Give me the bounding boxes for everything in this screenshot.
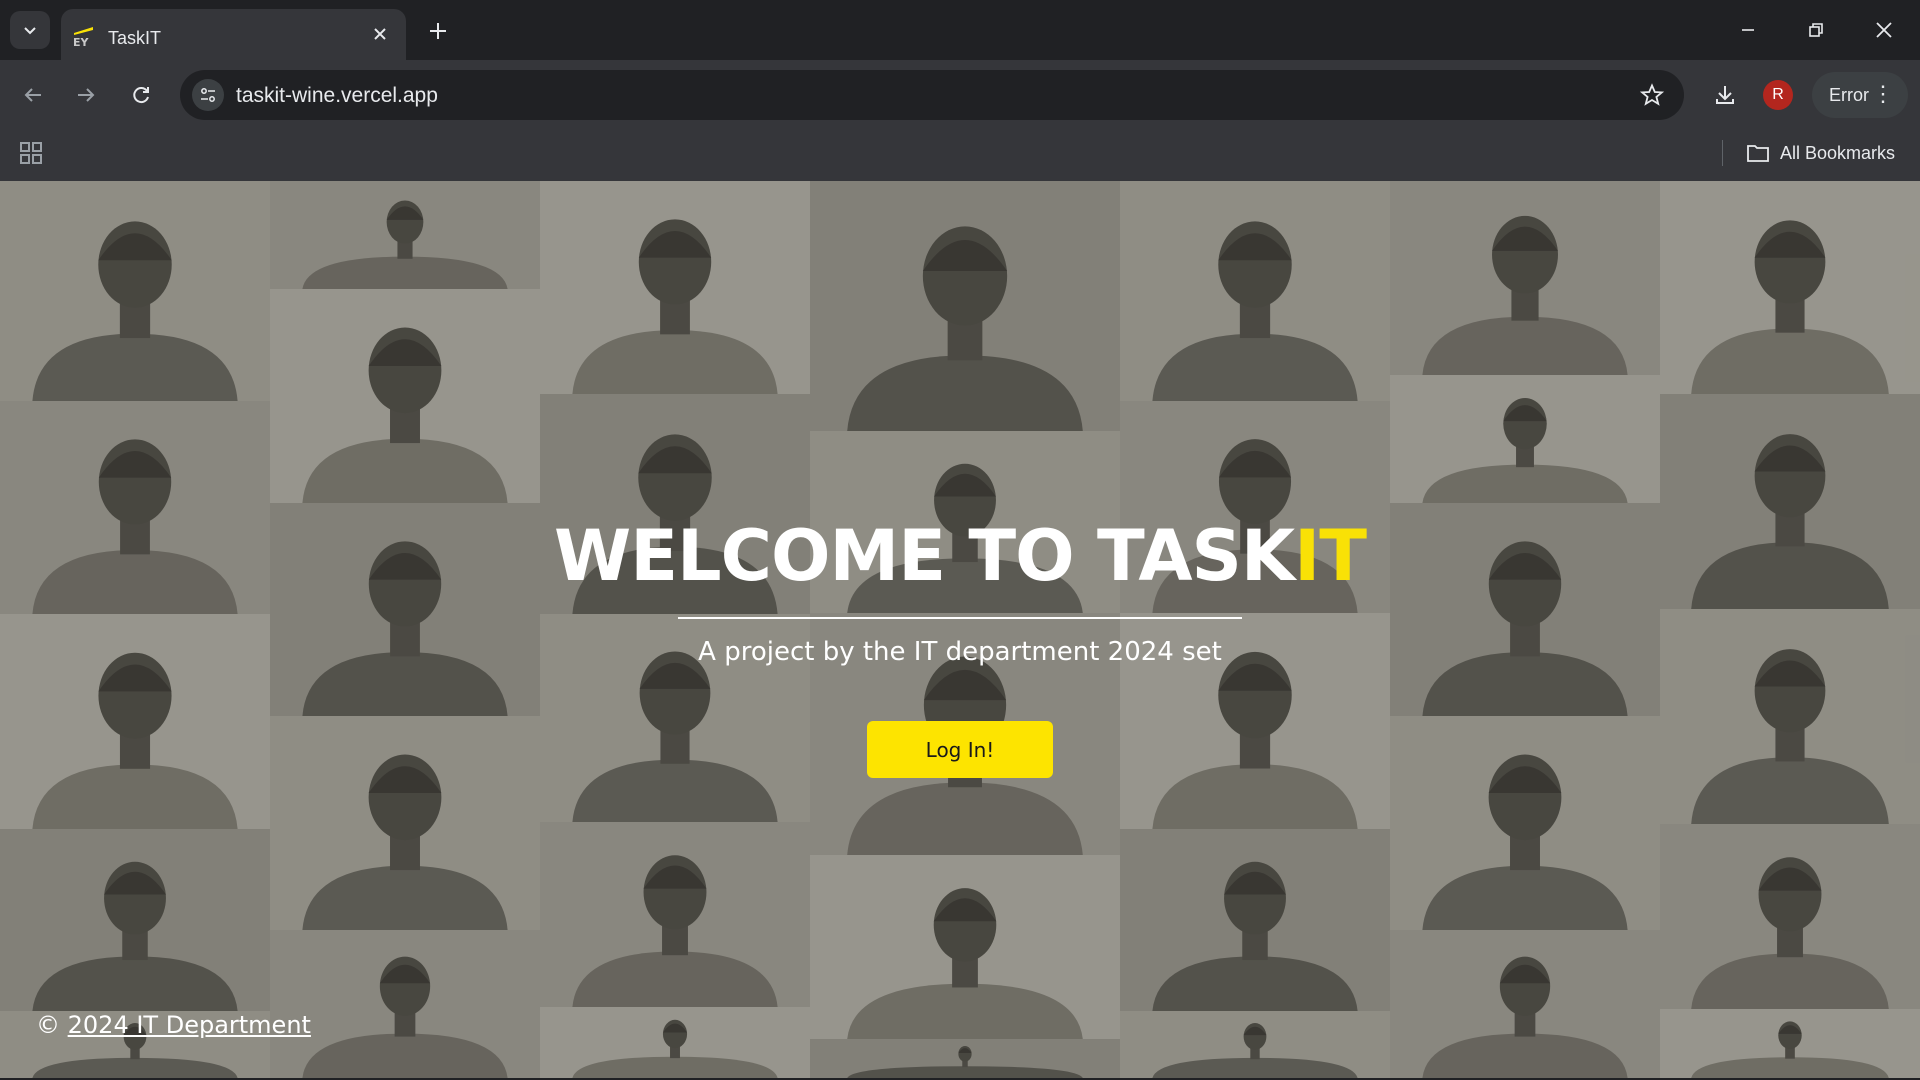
error-menu-button[interactable]: Error ⋮ bbox=[1812, 72, 1908, 118]
tune-icon bbox=[201, 88, 215, 102]
page-content: WELCOME TO TASKIT A project by the IT de… bbox=[0, 181, 1920, 1078]
all-bookmarks-label: All Bookmarks bbox=[1780, 142, 1896, 163]
minimize-button[interactable] bbox=[1728, 12, 1768, 48]
hero-section: WELCOME TO TASKIT A project by the IT de… bbox=[0, 181, 1920, 1078]
tab-taskit[interactable]: EY TaskIT bbox=[61, 9, 406, 60]
bookmarks-divider bbox=[1722, 140, 1723, 166]
bookmark-star-button[interactable] bbox=[1638, 81, 1666, 109]
hero-divider bbox=[678, 617, 1242, 619]
browser-chrome: EY TaskIT taskit-wine.vercel.app R Error… bbox=[0, 0, 1920, 181]
all-bookmarks-button[interactable]: All Bookmarks bbox=[1746, 139, 1895, 167]
tab-title: TaskIT bbox=[108, 28, 162, 48]
restore-button[interactable] bbox=[1796, 12, 1836, 48]
more-vert-icon: ⋮ bbox=[1872, 81, 1894, 106]
ey-logo-icon: EY bbox=[73, 27, 93, 48]
arrow-left-icon bbox=[24, 88, 41, 102]
reload-button[interactable] bbox=[124, 78, 158, 112]
tab-search-button[interactable] bbox=[10, 11, 50, 49]
url-text[interactable]: taskit-wine.vercel.app bbox=[236, 84, 438, 108]
error-label: Error bbox=[1829, 85, 1869, 105]
hero-title: WELCOME TO TASKIT bbox=[0, 515, 1920, 597]
close-icon bbox=[1876, 22, 1892, 38]
hero-title-main: WELCOME TO TASK bbox=[554, 515, 1295, 597]
restore-icon bbox=[1809, 23, 1823, 37]
apps-grid-icon[interactable] bbox=[18, 140, 44, 166]
hero-subtitle: A project by the IT department 2024 set bbox=[698, 637, 1222, 667]
forward-button[interactable] bbox=[69, 78, 103, 112]
login-button[interactable]: Log In! bbox=[867, 721, 1053, 778]
minimize-icon bbox=[1742, 29, 1754, 31]
tab-strip: EY TaskIT bbox=[0, 0, 1920, 60]
profile-avatar[interactable]: R bbox=[1763, 80, 1793, 110]
star-icon bbox=[1640, 83, 1664, 106]
folder-icon bbox=[1747, 145, 1769, 162]
arrow-right-icon bbox=[78, 88, 95, 102]
reload-icon bbox=[133, 87, 149, 104]
svg-text:EY: EY bbox=[73, 36, 90, 48]
address-bar[interactable]: taskit-wine.vercel.app bbox=[180, 70, 1684, 120]
hero-title-accent: IT bbox=[1294, 515, 1367, 597]
downloads-button[interactable] bbox=[1708, 78, 1742, 112]
chevron-down-icon bbox=[24, 27, 36, 35]
close-window-button[interactable] bbox=[1864, 12, 1904, 48]
plus-icon bbox=[430, 23, 446, 39]
back-button[interactable] bbox=[16, 78, 50, 112]
it-department-link[interactable]: 2024 IT Department bbox=[68, 1011, 311, 1039]
new-tab-button[interactable] bbox=[424, 17, 452, 45]
site-info-button[interactable] bbox=[192, 79, 224, 111]
footer-copyright: © 2024 IT Department bbox=[36, 1011, 311, 1039]
browser-toolbar: taskit-wine.vercel.app R Error ⋮ bbox=[0, 60, 1920, 130]
download-icon bbox=[1716, 86, 1734, 104]
close-icon bbox=[374, 28, 386, 40]
copyright-symbol: © bbox=[36, 1011, 60, 1039]
bookmarks-bar: All Bookmarks bbox=[0, 130, 1920, 181]
close-tab-button[interactable] bbox=[368, 22, 392, 46]
